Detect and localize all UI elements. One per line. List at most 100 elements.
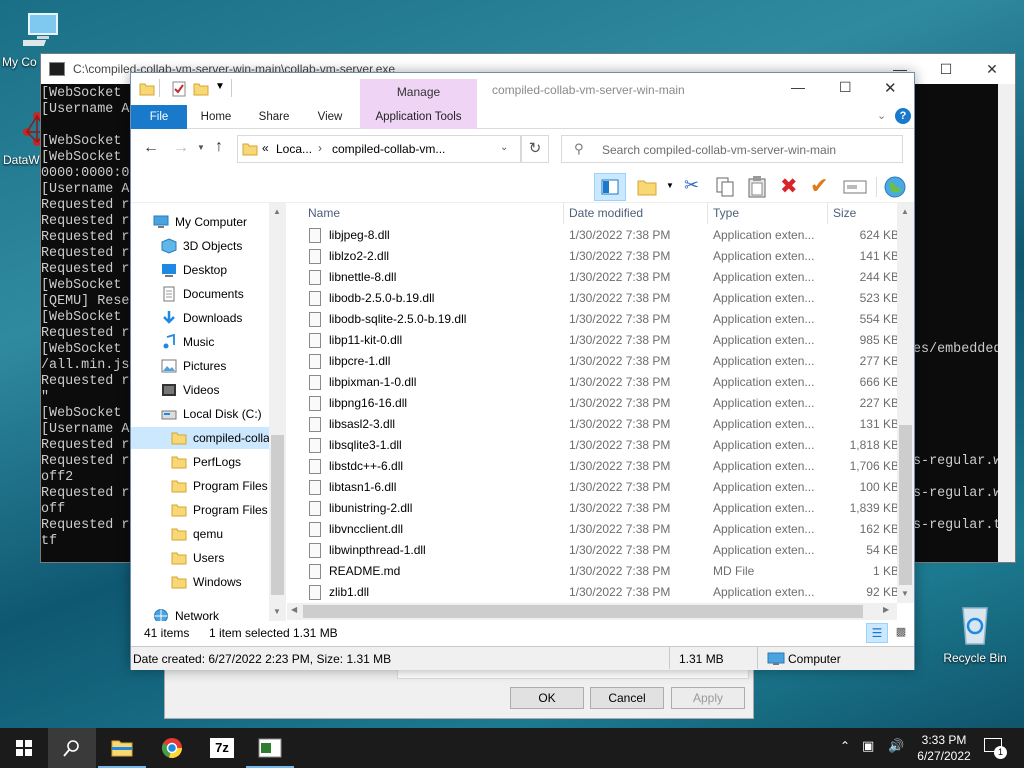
forward-arrow-icon[interactable]: → <box>173 139 189 157</box>
tab-application-tools[interactable]: Application Tools <box>360 105 477 129</box>
column-divider[interactable] <box>827 203 828 224</box>
recent-locations-icon[interactable]: ▼ <box>197 143 205 152</box>
cut-icon[interactable]: ✂ <box>684 175 699 196</box>
ok-button[interactable]: OK <box>510 687 584 709</box>
paste-icon[interactable] <box>747 175 767 199</box>
back-arrow-icon[interactable]: ← <box>143 139 159 157</box>
tab-view[interactable]: View <box>307 105 353 129</box>
close-button[interactable]: ✕ <box>884 79 897 97</box>
maximize-button[interactable]: ☐ <box>839 79 852 96</box>
nav-item-local-disk-c[interactable]: Local Disk (C:) <box>131 403 269 425</box>
scroll-down-icon[interactable]: ▼ <box>273 607 281 616</box>
column-header-type[interactable]: Type <box>713 206 739 220</box>
file-row[interactable]: libp11-kit-0.dll 1/30/2022 7:38 PM Applica… <box>287 330 899 351</box>
file-row[interactable]: libtasn1-6.dll 1/30/2022 7:38 PM Applicati… <box>287 477 899 498</box>
tab-share[interactable]: Share <box>251 105 297 129</box>
nav-scroll-thumb[interactable] <box>271 435 284 595</box>
file-row[interactable]: libsqlite3-1.dll 1/30/2022 7:38 PM Applica… <box>287 435 899 456</box>
chevron-down-icon[interactable]: ⌄ <box>877 109 886 122</box>
file-row[interactable]: libpcre-1.dll 1/30/2022 7:38 PM Applicatio… <box>287 351 899 372</box>
nav-item-desktop[interactable]: Desktop <box>131 259 269 281</box>
copy-icon[interactable] <box>715 176 735 198</box>
console-scrollbar[interactable] <box>998 84 1015 562</box>
file-row[interactable]: libodb-sqlite-2.5.0-b.19.dll 1/30/2022 7:… <box>287 309 899 330</box>
file-row[interactable]: libstdc++-6.dll 1/30/2022 7:38 PM Applicat… <box>287 456 899 477</box>
large-icons-view-button[interactable]: ▩ <box>891 623 911 643</box>
nav-item-qemu[interactable]: qemu <box>131 523 269 545</box>
scroll-up-icon[interactable]: ▲ <box>273 207 281 216</box>
column-divider[interactable] <box>563 203 564 224</box>
cancel-button[interactable]: Cancel <box>590 687 664 709</box>
file-row[interactable]: libpng16-16.dll 1/30/2022 7:38 PM Applicat… <box>287 393 899 414</box>
file-list-scroll-thumb[interactable] <box>899 425 912 585</box>
tab-home[interactable]: Home <box>193 105 239 129</box>
globe-icon[interactable] <box>883 175 907 199</box>
file-row[interactable]: libvncclient.dll 1/30/2022 7:38 PM Applica… <box>287 519 899 540</box>
nav-item-users[interactable]: Users <box>131 547 269 569</box>
scroll-up-icon[interactable]: ▲ <box>901 207 909 216</box>
file-row[interactable]: libwinpthread-1.dll 1/30/2022 7:38 PM Appl… <box>287 540 899 561</box>
file-list-scrollbar[interactable]: ▲ ▼ <box>897 203 914 603</box>
details-view-button[interactable]: ☰ <box>866 623 888 643</box>
file-row[interactable]: libjpeg-8.dll 1/30/2022 7:38 PM Applicatio… <box>287 225 899 246</box>
volume-icon[interactable]: 🔊 <box>888 738 904 754</box>
file-row[interactable]: libunistring-2.dll 1/30/2022 7:38 PM Appli… <box>287 498 899 519</box>
address-segment-folder[interactable]: compiled-collab-vm... <box>332 142 445 156</box>
clock[interactable]: 3:33 PM 6/27/2022 <box>914 732 974 764</box>
file-row[interactable]: libnettle-8.dll 1/30/2022 7:38 PM Applicat… <box>287 267 899 288</box>
nav-item-3d-objects[interactable]: 3D Objects <box>131 235 269 257</box>
minimize-button[interactable]: — <box>791 79 805 95</box>
scroll-right-icon[interactable]: ▶ <box>883 605 889 614</box>
nav-item-music[interactable]: Music <box>131 331 269 353</box>
nav-item-downloads[interactable]: Downloads <box>131 307 269 329</box>
new-folder-icon[interactable] <box>193 81 209 97</box>
notification-button[interactable]: 1 <box>982 736 1008 760</box>
horizontal-scroll-thumb[interactable] <box>303 605 863 618</box>
horizontal-scrollbar[interactable]: ◀ ▶ <box>287 603 897 620</box>
address-segment-local[interactable]: Loca... <box>276 142 312 156</box>
taskbar-7zip[interactable]: 7z <box>198 728 246 768</box>
tab-file[interactable]: File <box>131 105 187 129</box>
apply-button[interactable]: Apply <box>671 687 745 709</box>
folder-options-icon[interactable] <box>636 177 658 197</box>
column-header-name[interactable]: Name <box>308 206 340 220</box>
nav-item-documents[interactable]: Documents <box>131 283 269 305</box>
show-hidden-icons[interactable]: ⌃ <box>840 739 850 753</box>
close-button[interactable]: ✕ <box>969 61 1015 78</box>
taskbar-console[interactable] <box>246 728 294 768</box>
nav-item-videos[interactable]: Videos <box>131 379 269 401</box>
file-row[interactable]: zlib1.dll 1/30/2022 7:38 PM Application ex… <box>287 582 899 603</box>
taskbar-chrome[interactable] <box>148 728 196 768</box>
nav-item-perflogs[interactable]: PerfLogs <box>131 451 269 473</box>
start-button[interactable] <box>0 728 48 768</box>
column-header-date[interactable]: Date modified <box>569 206 643 220</box>
search-input[interactable]: ⚲ Search compiled-collab-vm-server-win-m… <box>561 135 903 163</box>
file-row[interactable]: liblzo2-2.dll 1/30/2022 7:38 PM Applicatio… <box>287 246 899 267</box>
nav-item-compiled-colla[interactable]: compiled-colla <box>131 427 269 449</box>
file-row[interactable]: README.md 1/30/2022 7:38 PM MD File 1 KB <box>287 561 899 582</box>
file-row[interactable]: libodb-2.5.0-b.19.dll 1/30/2022 7:38 PM Ap… <box>287 288 899 309</box>
column-divider[interactable] <box>707 203 708 224</box>
nav-item-program-files[interactable]: Program Files ( <box>131 499 269 521</box>
nav-item-windows[interactable]: Windows <box>131 571 269 593</box>
explorer-window[interactable]: ▼ compiled-collab-vm-server-win-main — ☐… <box>130 72 915 670</box>
properties-icon[interactable] <box>171 81 187 97</box>
help-icon[interactable]: ? <box>895 108 911 124</box>
scroll-down-icon[interactable]: ▼ <box>901 589 909 598</box>
nav-item-my-computer[interactable]: My Computer <box>131 211 269 233</box>
nav-item-pictures[interactable]: Pictures <box>131 355 269 377</box>
desktop-icon-recycle-bin[interactable]: Recycle Bin <box>940 602 1010 665</box>
network-icon[interactable]: ▣ <box>862 738 874 754</box>
search-button[interactable] <box>48 728 96 768</box>
taskbar-file-explorer[interactable] <box>98 728 146 768</box>
nav-item-program-files[interactable]: Program Files <box>131 475 269 497</box>
dropdown-icon[interactable]: ▼ <box>666 181 674 190</box>
navigation-pane[interactable]: ▲ ▼ My Computer 3D Objects Desktop Document… <box>131 203 287 623</box>
preview-pane-button[interactable] <box>594 173 626 201</box>
address-overflow[interactable]: « <box>262 141 269 155</box>
address-bar[interactable]: « Loca... › compiled-collab-vm... ⌄ <box>237 135 521 163</box>
file-row[interactable]: libsasl2-3.dll 1/30/2022 7:38 PM Applicati… <box>287 414 899 435</box>
refresh-icon[interactable]: ↻ <box>521 135 549 163</box>
qat-dropdown-icon[interactable]: ▼ <box>215 81 225 92</box>
file-list[interactable]: ⌃ Name Date modified Type Size libjpeg-8… <box>287 203 914 603</box>
